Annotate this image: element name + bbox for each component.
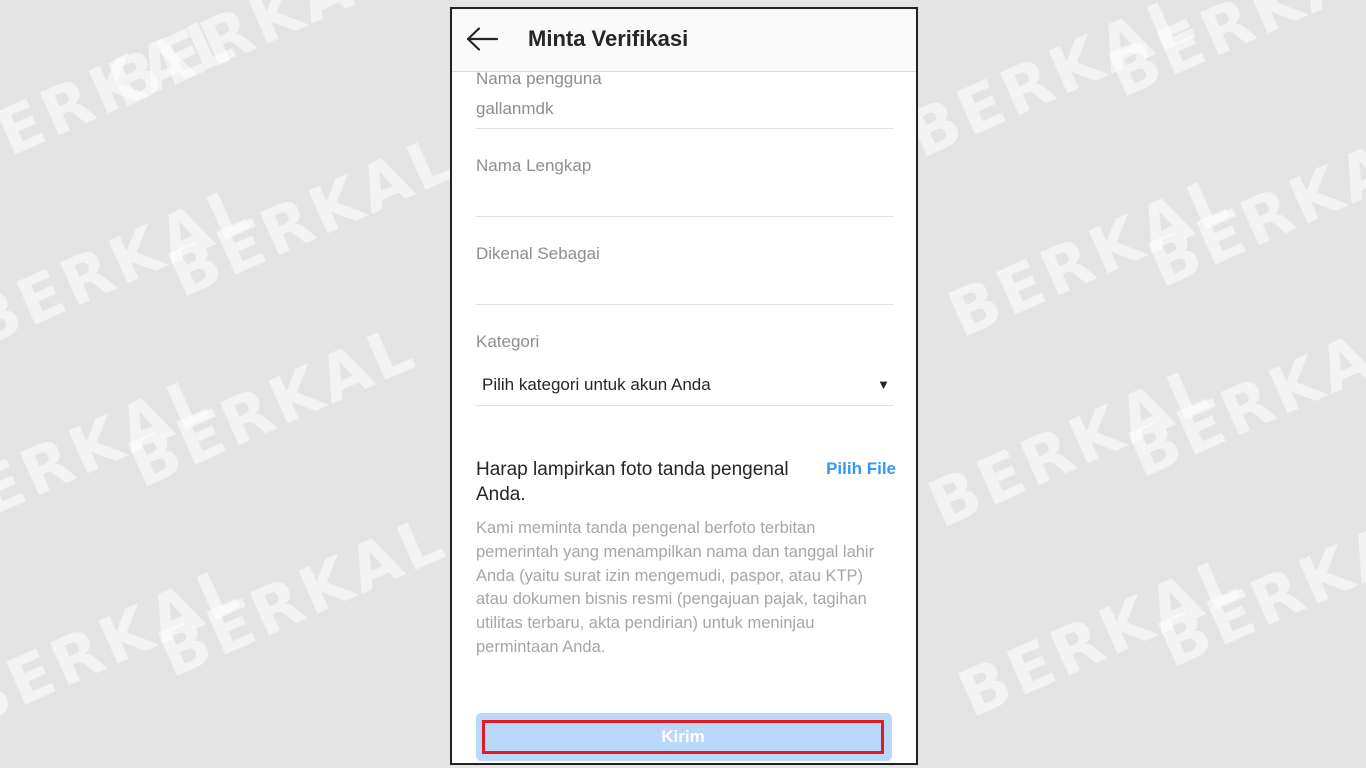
category-select[interactable]: Pilih kategori untuk akun Anda ▼ <box>476 359 894 406</box>
watermark-text: BERKAL <box>98 0 408 123</box>
watermark-text: BERKAL <box>118 311 428 503</box>
page-title: Minta Verifikasi <box>528 26 689 51</box>
watermark-text: BERKAL <box>0 171 268 363</box>
watermark-text: BERKAL <box>148 501 458 693</box>
back-button[interactable] <box>462 21 502 57</box>
attachment-description: Kami meminta tanda pengenal berfoto terb… <box>476 519 875 656</box>
watermark-text: BERKAL <box>938 161 1248 353</box>
category-label: Kategori <box>476 332 540 351</box>
attachment-prompt: Harap lampirkan foto tanda pengenal Anda… <box>476 459 789 505</box>
watermark-text: BERKAL <box>1148 491 1366 683</box>
full-name-label: Nama Lengkap <box>476 156 592 175</box>
known-as-field[interactable]: Dikenal Sebagai <box>476 216 894 305</box>
category-selected-value: Pilih kategori untuk akun Anda <box>482 375 711 394</box>
triangle-down-icon: ▼ <box>877 377 890 392</box>
known-as-label: Dikenal Sebagai <box>476 244 600 263</box>
pick-file-button[interactable]: Pilih File <box>826 459 896 479</box>
watermark-text: BERKAL <box>0 1 248 193</box>
full-name-field[interactable]: Nama Lengkap <box>476 128 894 217</box>
watermark-text: BERKAL <box>948 541 1258 733</box>
watermark-text: BERKAL <box>918 351 1228 543</box>
submit-button[interactable]: Kirim <box>482 720 884 754</box>
watermark-text: BERKAL <box>158 121 468 313</box>
username-value: gallanmdk <box>476 99 554 118</box>
submit-area: Kirim <box>476 713 892 761</box>
watermark-text: BERKAL <box>1118 301 1366 493</box>
arrow-left-icon <box>466 27 499 51</box>
watermark-text: BERKAL <box>898 0 1208 173</box>
app-header: Minta Verifikasi <box>452 9 916 72</box>
watermark-text: BERKAL <box>1098 0 1366 113</box>
watermark-text: BERKAL <box>0 361 228 553</box>
phone-screen: Minta Verifikasi Nama pengguna gallanmdk… <box>450 7 918 765</box>
watermark-text: BERKAL <box>1138 111 1366 303</box>
watermark-text: BERKAL <box>0 551 258 743</box>
username-label: Nama pengguna <box>476 69 602 88</box>
